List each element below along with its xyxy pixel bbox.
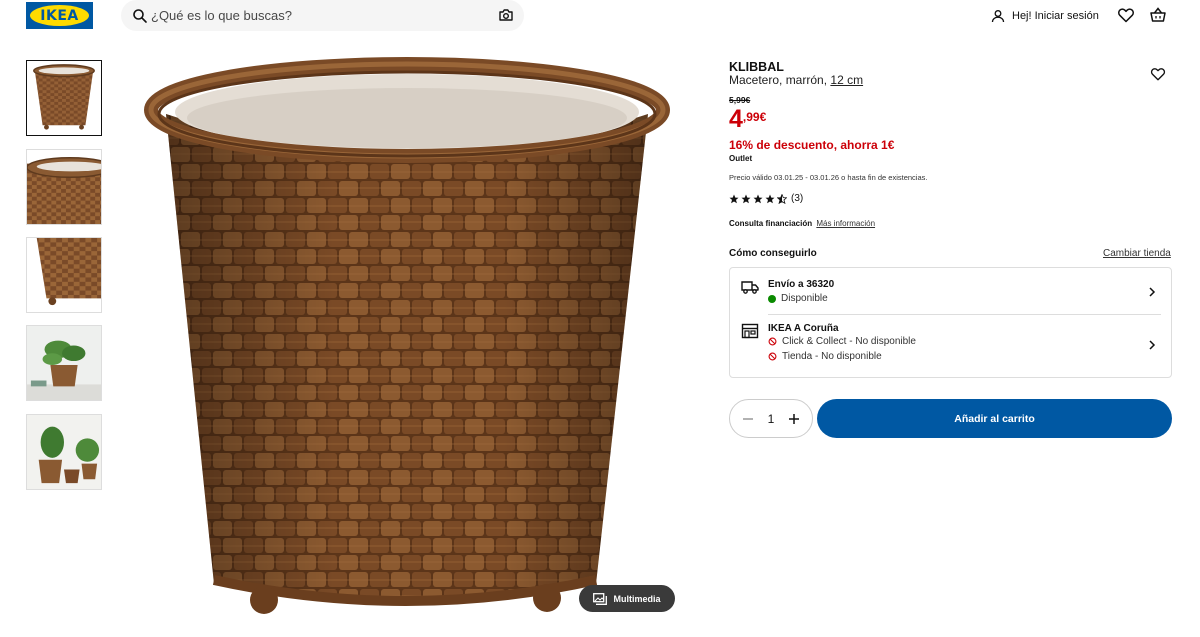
- multimedia-label: Multimedia: [613, 593, 661, 604]
- quantity-stepper: 1: [729, 399, 813, 438]
- availability-box: Envío a 36320 Disponible IKEA A Coruña C…: [729, 267, 1172, 378]
- change-store-link[interactable]: Cambiar tienda: [1103, 248, 1171, 259]
- star-icon: [741, 194, 751, 203]
- truck-icon: [741, 281, 759, 294]
- logo-oval: IKEA: [30, 5, 89, 26]
- ikea-logo[interactable]: IKEA: [26, 2, 93, 29]
- price-decimal: ,99€: [742, 110, 767, 124]
- multimedia-button[interactable]: Multimedia: [579, 585, 675, 612]
- basket-feet-thumbnail-image: [36, 238, 101, 306]
- store-title: IKEA A Coruña: [768, 323, 839, 334]
- user-icon: [991, 10, 1005, 23]
- star-icon: [765, 194, 775, 203]
- minus-icon: [743, 417, 753, 420]
- thumbnail-1[interactable]: [26, 60, 102, 136]
- thumbnail-3[interactable]: [26, 237, 102, 313]
- store-stock-status: Tienda - No disponible: [768, 351, 882, 362]
- finance-more-link[interactable]: Más información: [816, 219, 875, 228]
- favorite-heart-icon[interactable]: [1150, 66, 1166, 82]
- login-link[interactable]: Hej! Iniciar sesión: [991, 6, 1099, 26]
- basket-thumbnail-image: [33, 64, 95, 130]
- increase-quantity-button[interactable]: [787, 412, 801, 426]
- thumbnail-4[interactable]: [26, 325, 102, 401]
- shopping-bag-icon[interactable]: [1149, 6, 1167, 24]
- product-main-image[interactable]: [128, 44, 685, 624]
- rating-count: (3): [791, 193, 804, 204]
- baskets-with-plants-thumbnail-image: [27, 415, 101, 489]
- price-validity: Precio válido 03.01.25 - 03.01.26 o hast…: [729, 173, 928, 182]
- finance-info: Consulta financiación Más información: [729, 219, 875, 228]
- decrease-quantity-button[interactable]: [741, 412, 755, 426]
- product-description: Macetero, marrón, 12 cm: [729, 73, 863, 87]
- plus-icon: [789, 413, 799, 424]
- outlet-badge: Outlet: [729, 154, 753, 163]
- camera-icon[interactable]: [498, 7, 514, 23]
- unavailable-icon: [768, 352, 777, 361]
- thumbnail-2[interactable]: [26, 149, 102, 225]
- search-icon[interactable]: [132, 8, 148, 24]
- product-type: Macetero, marrón,: [729, 73, 828, 87]
- heart-icon[interactable]: [1117, 6, 1135, 24]
- delivery-status: Disponible: [768, 293, 828, 304]
- current-price: 4 ,99€: [729, 106, 766, 133]
- quantity-value[interactable]: 1: [761, 412, 781, 426]
- thumbnail-5[interactable]: [26, 414, 102, 490]
- chevron-right-icon[interactable]: [1147, 340, 1157, 350]
- click-collect-status: Click & Collect - No disponible: [768, 336, 916, 347]
- star-icon: [729, 194, 739, 203]
- unavailable-icon: [768, 337, 777, 346]
- basket-with-plant-thumbnail-image: [27, 326, 101, 400]
- available-dot-icon: [768, 294, 776, 303]
- delivery-row[interactable]: Envío a 36320 Disponible: [730, 268, 1171, 315]
- basket-top-thumbnail-image: [27, 157, 101, 224]
- price-integer: 4: [729, 105, 743, 133]
- search-bar[interactable]: [121, 0, 524, 31]
- how-to-get-title: Cómo conseguirlo: [729, 248, 817, 259]
- logo-text: IKEA: [40, 7, 79, 24]
- store-row[interactable]: IKEA A Coruña Click & Collect - No dispo…: [730, 315, 1171, 377]
- gallery-icon: [593, 592, 608, 605]
- discount-text: 16% de descuento, ahorra 1€: [729, 138, 895, 152]
- store-icon: [741, 323, 759, 339]
- basket-image: [144, 57, 670, 614]
- product-size-link[interactable]: 12 cm: [830, 73, 863, 87]
- site-header: IKEA Hej! Iniciar sesión: [0, 0, 1200, 36]
- half-star-icon: [777, 193, 787, 204]
- delivery-title: Envío a 36320: [768, 279, 835, 290]
- product-name: KLIBBAL: [729, 60, 784, 74]
- rating[interactable]: (3): [729, 193, 803, 204]
- delivery-status-text: Disponible: [781, 293, 828, 304]
- search-input[interactable]: [151, 0, 491, 31]
- add-to-cart-button[interactable]: Añadir al carrito: [817, 399, 1172, 438]
- star-icon: [753, 194, 763, 203]
- store-status-text: Tienda - No disponible: [782, 351, 882, 362]
- login-label: Hej! Iniciar sesión: [1012, 10, 1099, 22]
- finance-label: Consulta financiación: [729, 219, 813, 228]
- old-price: 5,99€: [729, 95, 751, 105]
- click-collect-text: Click & Collect - No disponible: [782, 336, 916, 347]
- rating-stars: [729, 193, 787, 204]
- chevron-right-icon[interactable]: [1147, 287, 1157, 297]
